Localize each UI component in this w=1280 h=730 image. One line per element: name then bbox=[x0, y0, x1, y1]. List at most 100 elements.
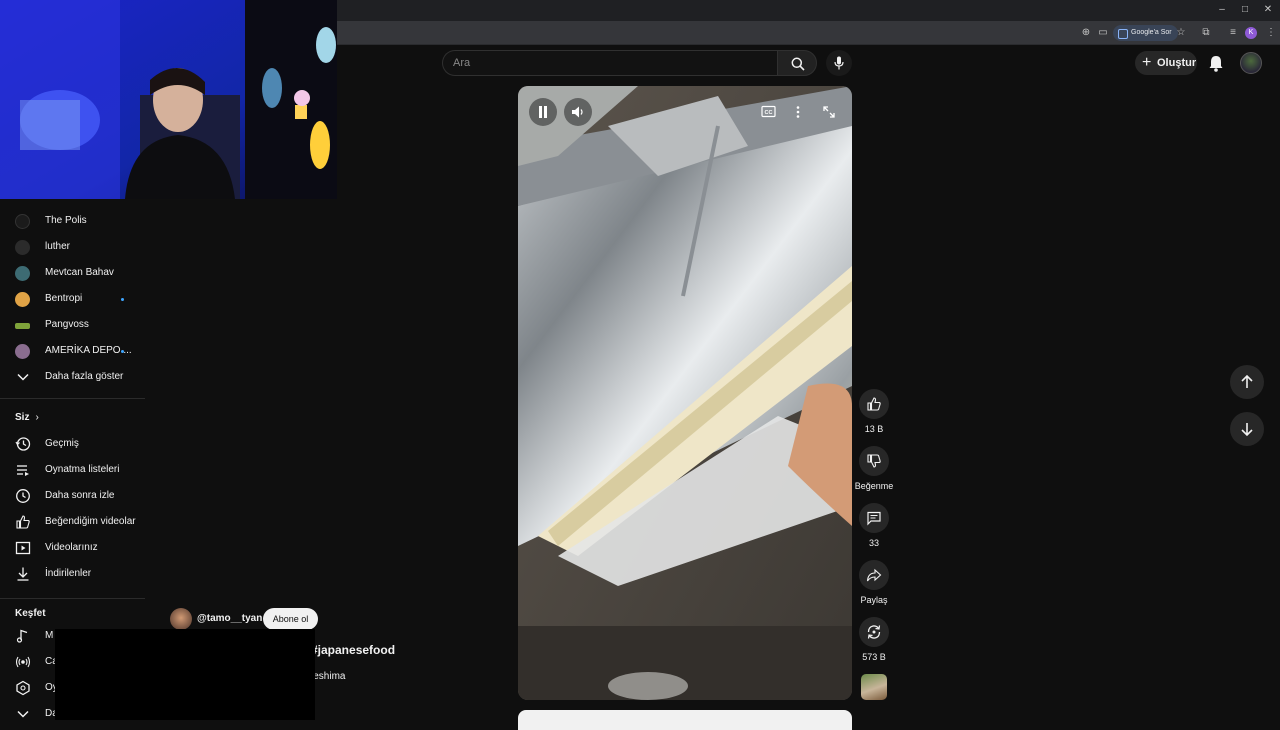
download-icon bbox=[17, 567, 29, 581]
channel-avatar[interactable] bbox=[170, 608, 192, 630]
sidebar-item-subscription[interactable]: Mevtcan Bahav bbox=[0, 261, 145, 287]
previous-short-button[interactable] bbox=[1230, 365, 1264, 399]
sidebar-item-subscription[interactable]: luther bbox=[0, 235, 145, 261]
watch-later-icon bbox=[16, 489, 30, 503]
zoom-icon[interactable]: ⊕ bbox=[1078, 25, 1094, 41]
browser-profile-avatar[interactable]: K bbox=[1245, 27, 1257, 39]
account-avatar[interactable] bbox=[1240, 52, 1262, 74]
dislike-label: Beğenme bbox=[854, 481, 894, 491]
channel-avatar-icon bbox=[15, 292, 30, 307]
search-button[interactable] bbox=[777, 50, 817, 76]
shorts-video-player[interactable]: CC bbox=[518, 86, 852, 700]
browser-menu-icon[interactable]: ⋮ bbox=[1263, 25, 1279, 41]
history-icon bbox=[15, 437, 31, 451]
next-short-button[interactable] bbox=[1230, 412, 1264, 446]
sidebar-item-label: Geçmiş bbox=[45, 438, 79, 449]
bell-icon bbox=[1209, 56, 1223, 72]
sidebar-item-subscription[interactable]: AMERİKA DEPO ... bbox=[0, 339, 145, 365]
sidebar-item-label: The Polis bbox=[45, 215, 87, 226]
search-icon bbox=[791, 57, 805, 71]
sidebar-explore-heading: Keşfet bbox=[15, 608, 46, 619]
search-box bbox=[442, 50, 777, 76]
sidebar-item-label: Mevtcan Bahav bbox=[45, 267, 114, 278]
thumbs-down-icon bbox=[867, 454, 881, 468]
sidebar-item-subscription[interactable]: The Polis bbox=[0, 209, 145, 235]
video-sound-label[interactable]: ieshima bbox=[311, 671, 345, 682]
sidebar-item-label: Daha fazla göster bbox=[45, 371, 124, 382]
live-icon bbox=[15, 656, 31, 668]
comments-button[interactable] bbox=[859, 503, 889, 533]
channel-avatar-icon bbox=[15, 344, 30, 359]
channel-avatar-icon bbox=[15, 214, 30, 229]
remix-count: 573 B bbox=[862, 652, 886, 662]
channel-avatar-icon bbox=[15, 240, 30, 255]
media-control-icon[interactable]: ≡ bbox=[1225, 25, 1241, 41]
sidebar-item-history[interactable]: Geçmiş bbox=[0, 432, 145, 458]
thumbs-up-icon bbox=[867, 397, 881, 411]
create-button[interactable]: + Oluştur bbox=[1135, 51, 1197, 75]
like-button[interactable] bbox=[859, 389, 889, 419]
close-window-button[interactable]: ✕ bbox=[1257, 2, 1279, 18]
sidebar-item-label: Beğendiğim videolar bbox=[45, 516, 136, 527]
pause-button[interactable] bbox=[529, 98, 557, 126]
channel-avatar-icon bbox=[15, 323, 30, 329]
cast-icon[interactable]: ▭ bbox=[1095, 25, 1111, 41]
subscribe-button[interactable]: Abone ol bbox=[263, 608, 318, 630]
sidebar-item-downloads[interactable]: İndirilenler bbox=[0, 562, 145, 588]
sidebar-item-label: Daha sonra izle bbox=[45, 490, 115, 501]
sidebar-item-label: Bentropi bbox=[45, 293, 83, 304]
sidebar-item-label: Videolarınız bbox=[45, 542, 98, 553]
thumbs-up-icon bbox=[16, 515, 30, 529]
extensions-icon[interactable]: ⧉ bbox=[1198, 25, 1214, 41]
sidebar-you-heading[interactable]: Siz › bbox=[15, 412, 39, 423]
video-title[interactable]: #japanesefood bbox=[311, 643, 395, 657]
pause-icon bbox=[539, 106, 547, 118]
sidebar-item-your-videos[interactable]: Videolarınız bbox=[0, 536, 145, 562]
volume-button[interactable] bbox=[564, 98, 592, 126]
sidebar-item-subscription[interactable]: Bentropi bbox=[0, 287, 145, 313]
new-content-dot bbox=[121, 350, 124, 353]
sidebar-item-liked-videos[interactable]: Beğendiğim videolar bbox=[0, 510, 145, 536]
minimize-button[interactable]: – bbox=[1211, 2, 1233, 18]
svg-text:CC: CC bbox=[765, 110, 773, 116]
sidebar-divider bbox=[0, 598, 145, 599]
arrow-down-icon bbox=[1241, 423, 1253, 437]
sidebar-item-playlists[interactable]: Oynatma listeleri bbox=[0, 458, 145, 484]
sidebar-item-label: AMERİKA DEPO ... bbox=[45, 345, 132, 356]
bookmark-star-icon[interactable]: ☆ bbox=[1173, 25, 1189, 41]
share-label: Paylaş bbox=[860, 595, 888, 605]
dislike-button[interactable] bbox=[859, 446, 889, 476]
maximize-button[interactable]: □ bbox=[1234, 2, 1256, 18]
channel-name-link[interactable]: @tamo__tyan bbox=[197, 613, 262, 624]
plus-icon: + bbox=[1142, 54, 1152, 71]
volume-icon bbox=[572, 106, 583, 118]
share-button[interactable] bbox=[859, 560, 889, 590]
sidebar-item-label: luther bbox=[45, 241, 71, 252]
video-frame bbox=[518, 86, 852, 700]
sound-thumbnail[interactable] bbox=[861, 674, 887, 700]
remix-button[interactable] bbox=[859, 617, 889, 647]
notifications-button[interactable] bbox=[1205, 52, 1227, 74]
share-icon bbox=[866, 568, 882, 582]
captions-button[interactable]: CC bbox=[761, 105, 777, 119]
chevron-down-icon bbox=[17, 373, 29, 381]
sidebar-item-subscription[interactable]: Pangvoss bbox=[0, 313, 145, 339]
music-icon bbox=[16, 629, 28, 643]
mic-icon bbox=[834, 56, 844, 70]
sidebar-item-label: Oynatma listeleri bbox=[45, 464, 120, 475]
more-vert-icon bbox=[796, 106, 800, 118]
more-options-button[interactable] bbox=[794, 105, 802, 119]
voice-search-button[interactable] bbox=[826, 50, 852, 76]
sidebar-item-label: Pangvoss bbox=[45, 319, 89, 330]
black-overlay bbox=[55, 629, 315, 720]
gaming-icon bbox=[16, 680, 30, 696]
google-lens-button[interactable]: Google'a Sor bbox=[1113, 25, 1178, 41]
comment-count: 33 bbox=[868, 538, 879, 548]
search-input[interactable] bbox=[453, 55, 753, 71]
fullscreen-button[interactable] bbox=[822, 105, 836, 119]
next-short-preview[interactable] bbox=[518, 710, 852, 730]
sidebar-show-more[interactable]: Daha fazla göster bbox=[0, 365, 145, 391]
sidebar-item-watch-later[interactable]: Daha sonra izle bbox=[0, 484, 145, 510]
sidebar-item-label: M bbox=[45, 630, 54, 641]
comment-icon bbox=[867, 511, 881, 526]
